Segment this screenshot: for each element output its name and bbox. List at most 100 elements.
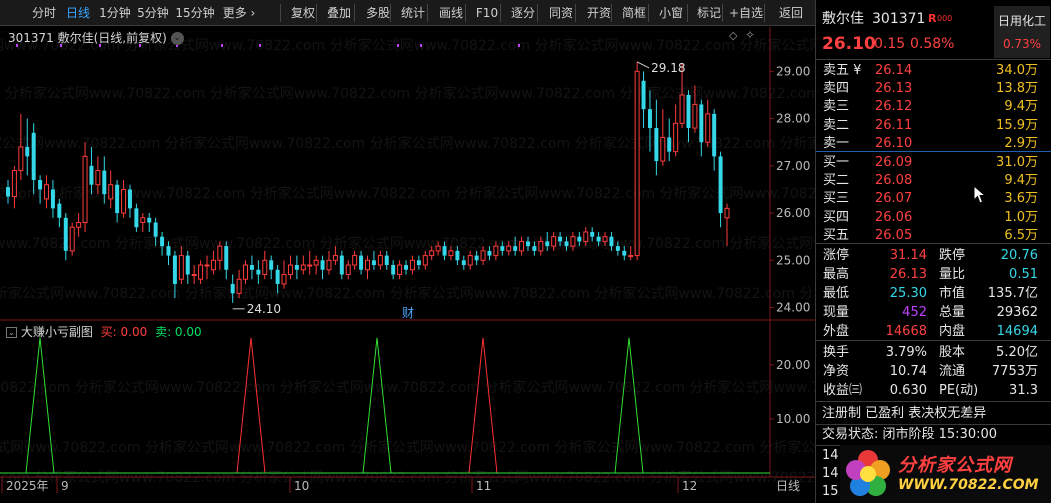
candle-body <box>313 259 319 266</box>
candle-body <box>455 250 460 261</box>
toolbar-button-13[interactable]: 同资 <box>544 0 578 26</box>
toolbar-button-15[interactable]: 简框 <box>618 0 650 26</box>
toolbar-button-11[interactable]: F10 <box>472 0 502 26</box>
candle-body <box>558 236 563 242</box>
candle-body <box>76 222 82 228</box>
ask-row-5-cell: 卖五 ¥ <box>823 63 862 78</box>
trade-status: 交易状态: 闭市阶段 15:30:00 <box>816 425 1051 444</box>
sub-chevron-icon[interactable]: ⌄ <box>6 327 17 338</box>
toolbar-button-1[interactable]: 日线 <box>63 0 93 26</box>
candle-body <box>300 264 306 271</box>
stock-code: 301371 <box>872 11 926 27</box>
toolbar-button-18[interactable]: +自选 <box>727 0 765 26</box>
fundamental-row[interactable]: 收益㈢ 0.630 PE(动) 31.3 <box>816 381 1051 400</box>
stat-row-cell: 跌停 <box>939 248 966 263</box>
candle-body <box>256 269 261 275</box>
fundamental-row[interactable]: 净资 10.74 流通 7753万 <box>816 362 1051 381</box>
chevron-down-icon[interactable]: ⌄ <box>170 32 184 45</box>
candle-body <box>570 236 576 247</box>
y-tick-label: 24.00 <box>776 301 810 315</box>
bid-row-4-cell: 26.06 <box>875 209 913 225</box>
fundamental-row-cell: 净资 <box>823 364 850 379</box>
ask-row-5[interactable]: 卖五 ¥ 26.14 34.0万 <box>816 61 1051 80</box>
candle-body <box>178 255 184 280</box>
candle-body <box>577 236 582 242</box>
ask-row-2[interactable]: 卖二 26.11 15.9万 <box>816 116 1051 135</box>
candle-body <box>673 122 679 153</box>
toolbar-button-16[interactable]: 小窗 <box>654 0 688 26</box>
bid-row-4-cell: 1.0万 <box>1004 209 1038 225</box>
bid-row-5[interactable]: 买五 26.05 6.5万 <box>816 226 1051 245</box>
candle-body <box>102 170 107 195</box>
bid-row-2-cell: 买二 <box>823 173 850 189</box>
toolbar-button-12[interactable]: 逐分 <box>507 0 539 26</box>
toolbar-button-3[interactable]: 5分钟 <box>135 0 171 26</box>
candle-body <box>269 260 274 270</box>
ask-row-2-cell: 15.9万 <box>996 117 1038 133</box>
candle-body <box>519 240 525 252</box>
candle-body <box>236 278 242 294</box>
fundamental-row[interactable]: 换手 3.79% 股本 5.20亿 <box>816 343 1051 362</box>
toolbar-button-4[interactable]: 15分钟 <box>172 0 218 26</box>
bid-row-1[interactable]: 买一 26.09 31.0万 <box>816 153 1051 172</box>
candle-body <box>622 250 627 256</box>
ask-row-3[interactable]: 卖三 26.12 9.4万 <box>816 97 1051 116</box>
candle-body <box>82 155 88 224</box>
toolbar-button-2[interactable]: 1分钟 <box>97 0 133 26</box>
stat-row-cell: 内盘 <box>939 324 966 339</box>
bid-row-3[interactable]: 买三 26.07 3.6万 <box>816 189 1051 208</box>
candle-body <box>416 260 421 266</box>
event-label: 财 <box>402 306 414 320</box>
quote-panel: 敷尔佳 301371 R 000 日用化工 0.73% 26.10 0.15 0… <box>815 0 1051 503</box>
bid-row-2-cell: 9.4万 <box>1004 173 1038 189</box>
fundamental-row-cell: 0.630 <box>889 383 927 398</box>
candle-body <box>210 259 216 271</box>
candle-body <box>409 259 415 271</box>
ask-row-4-cell: 卖四 <box>823 81 850 97</box>
candle-body <box>448 250 454 257</box>
y-tick-label: 28.00 <box>776 112 810 126</box>
stat-row[interactable]: 最高 26.13 量比 0.51 <box>816 265 1051 284</box>
ask-row-1[interactable]: 卖一 26.10 2.9万 <box>816 134 1051 153</box>
bid-row-4[interactable]: 买四 26.06 1.0万 <box>816 208 1051 227</box>
main-chart-title[interactable]: 301371 敷尔佳(日线,前复权) ⌄ <box>8 29 184 46</box>
stat-row[interactable]: 最低 25.30 市值 135.7亿 <box>816 284 1051 303</box>
candle-body <box>461 260 466 266</box>
candle-body <box>506 245 512 252</box>
stat-row[interactable]: 现量 452 总量 29362 <box>816 303 1051 322</box>
sub-chart-title[interactable]: ⌄ 大赚小亏副图 买: 0.00 卖: 0.00 <box>6 323 202 340</box>
candle-body <box>634 70 640 257</box>
candle-body <box>108 184 114 200</box>
kline-chart[interactable]: 29.00 28.00 27.00 26.00 25.00 24.00 29.18 24.10… <box>0 27 815 503</box>
toolbar-button-14[interactable]: 开资 <box>582 0 616 26</box>
toolbar-button-9[interactable]: 统计 <box>397 0 429 26</box>
fundamental-row-cell: 收益㈢ <box>823 383 863 398</box>
candle-body <box>204 264 210 267</box>
toolbar-button-10[interactable]: 画线 <box>434 0 468 26</box>
diamond-icon[interactable]: ◇ <box>729 29 737 42</box>
candle-body <box>404 265 409 270</box>
toolbar-button-6[interactable]: 复权 <box>287 0 319 26</box>
crosshair-icon[interactable]: ✧ <box>745 28 755 42</box>
stat-row[interactable]: 外盘 14668 内盘 14694 <box>816 322 1051 341</box>
candle-body <box>352 255 358 266</box>
toolbar-button-7[interactable]: 叠加 <box>323 0 355 26</box>
toolbar-button-5[interactable]: 更多 › <box>219 0 259 26</box>
candle-body <box>332 255 338 261</box>
toolbar-button-17[interactable]: 标记 <box>693 0 725 26</box>
candle-body <box>166 246 171 256</box>
fundamental-row-cell: 7753万 <box>991 364 1038 379</box>
toolbar-button-8[interactable]: 多股 <box>361 0 395 26</box>
candle-body <box>281 273 287 285</box>
candle-body <box>590 231 595 237</box>
toolbar-button-19[interactable]: 返回 <box>776 0 806 26</box>
bid-row-2[interactable]: 买二 26.08 9.4万 <box>816 171 1051 190</box>
x-tick-label: 12 <box>682 479 697 493</box>
candle-body <box>31 132 36 180</box>
stat-row-cell: 量比 <box>939 267 966 282</box>
ask-row-4[interactable]: 卖四 26.13 13.8万 <box>816 79 1051 98</box>
toolbar-button-0[interactable]: 分时 <box>30 0 58 26</box>
stat-row[interactable]: 涨停 31.14 跌停 20.76 <box>816 246 1051 265</box>
y-tick-label: 26.00 <box>776 206 810 220</box>
ask-row-5-cell: 34.0万 <box>996 63 1038 78</box>
